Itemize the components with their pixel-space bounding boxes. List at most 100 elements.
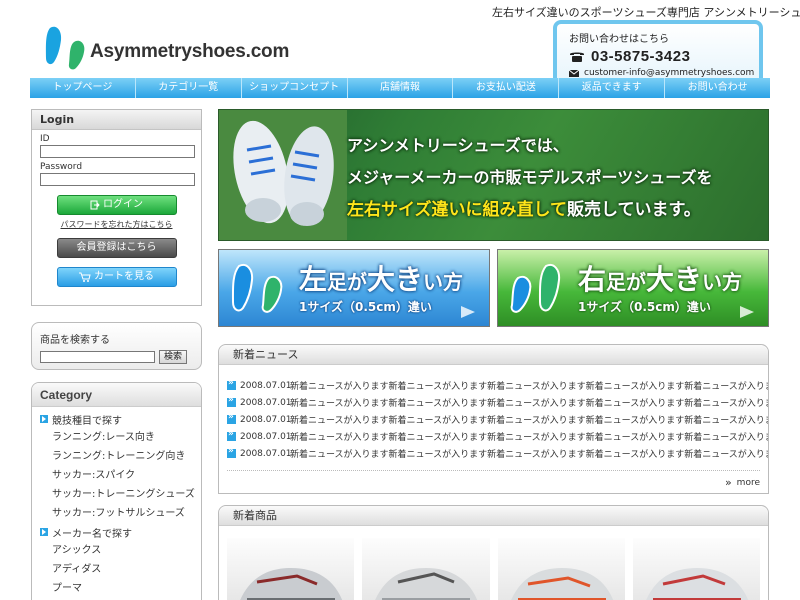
contact-phone: 03-5875-3423	[569, 48, 759, 65]
login-icon	[90, 200, 100, 210]
nav-top[interactable]: トップページ	[30, 78, 136, 98]
banner-line-1: アシンメトリーシューズでは、	[347, 136, 569, 155]
banner-highlight: 左右サイズ違いに組み直して	[347, 200, 567, 220]
shoe-image	[510, 568, 613, 600]
site-logo[interactable]: Asymmetryshoes.com	[44, 24, 289, 72]
banner-line-3-rest: 販売しています。	[566, 200, 701, 220]
contact-panel: お問い合わせはこちら 03-5875-3423 customer-info@as…	[553, 20, 763, 80]
category-item[interactable]: ランニング:トレーニング向き	[32, 447, 201, 466]
feet-logo-icon	[510, 264, 561, 313]
category-group-sport[interactable]: 競技種目で探す	[32, 410, 201, 428]
search-input[interactable]	[40, 351, 155, 363]
news-box: 新着ニュース 2008.07.01 新着ニュースが入ります新着ニュースが入ります…	[218, 344, 769, 494]
more-label: more	[736, 477, 760, 488]
news-text: 新着ニュースが入ります新着ニュースが入ります新着ニュースが入ります新着ニュースが…	[290, 433, 768, 443]
news-date: 2008.07.01	[240, 431, 292, 442]
news-date: 2008.07.01	[240, 397, 292, 408]
view-cart-button[interactable]: カートを見る	[56, 267, 177, 287]
product-thumbnail[interactable]	[497, 538, 625, 600]
search-button[interactable]: 検索	[159, 350, 188, 364]
email-address: customer-info@asymmetryshoes.com	[584, 68, 755, 78]
category-item[interactable]: ランニング:レース向き	[32, 428, 201, 447]
feet-logo-icon	[231, 264, 283, 313]
banner-line-2: メジャーメーカーの市販モデルスポーツシューズを	[347, 168, 713, 187]
left-char: 左	[299, 263, 328, 296]
foot-text: 足が	[327, 270, 368, 294]
forgot-password-link[interactable]: パスワードを忘れた方はこちら	[32, 219, 201, 230]
view-cart-label: カートを見る	[94, 271, 154, 282]
nav-category-list[interactable]: カテゴリ一覧	[136, 78, 242, 98]
login-button[interactable]: ログイン	[56, 195, 177, 215]
news-text: 新着ニュースが入ります新着ニュースが入ります新着ニュースが入ります新着ニュースが…	[290, 382, 768, 392]
news-date: 2008.07.01	[240, 414, 292, 425]
category-item[interactable]: サッカー:フットサルシューズ	[32, 504, 201, 523]
right-foot-bigger-banner[interactable]: 右足が大きい方 1サイズ（0.5cm）違い	[497, 249, 769, 327]
password-label: Password	[40, 162, 83, 172]
category-title: Category	[32, 383, 201, 407]
login-title: Login	[32, 110, 201, 130]
search-label: 商品を検索する	[40, 335, 110, 346]
double-arrow-icon	[227, 446, 236, 458]
logo-text: Asymmetryshoes.com	[90, 41, 290, 62]
double-arrow-icon	[227, 395, 236, 407]
double-arrow-icon	[227, 412, 236, 424]
arrow-right-icon	[40, 528, 48, 536]
news-more-link[interactable]: » more	[725, 476, 760, 489]
phone-number: 03-5875-3423	[591, 48, 691, 65]
title-rest: い方	[702, 270, 743, 294]
category-item[interactable]: サッカー:トレーニングシューズ	[32, 485, 201, 504]
big-text: 大き	[367, 263, 424, 296]
mail-icon	[569, 69, 579, 77]
news-divider	[227, 470, 760, 471]
category-item[interactable]: プーマ	[32, 579, 201, 598]
news-item[interactable]: 2008.07.01 新着ニュースが入ります新着ニュースが入ります新着ニュースが…	[227, 411, 768, 428]
category-item[interactable]: アディダス	[32, 560, 201, 579]
shoe-image	[645, 568, 748, 600]
category-group-maker[interactable]: メーカー名で探す	[32, 523, 201, 541]
register-button-label: 会員登録はこちら	[76, 242, 157, 253]
news-item[interactable]: 2008.07.01 新着ニュースが入ります新着ニュースが入ります新着ニュースが…	[227, 428, 768, 445]
left-banner-subtitle: 1サイズ（0.5cm）違い	[299, 300, 432, 314]
right-banner-title: 右足が大きい方	[578, 258, 742, 298]
id-input[interactable]	[40, 145, 195, 158]
product-thumbnail[interactable]	[632, 538, 760, 600]
contact-title: お問い合わせはこちら	[569, 34, 669, 45]
product-thumbnail[interactable]	[227, 538, 355, 600]
hero-banner[interactable]: アシンメトリーシューズでは、 メジャーメーカーの市販モデルスポーツシューズを 左…	[218, 109, 769, 241]
sneakers-image	[219, 110, 347, 240]
site-tagline: 左右サイズ違いのスポーツシューズ専門店 アシンメトリーシューズ	[492, 6, 800, 19]
title-rest: い方	[423, 270, 464, 294]
news-item[interactable]: 2008.07.01 新着ニュースが入ります新着ニュースが入ります新着ニュースが…	[227, 394, 768, 411]
login-box: Login ID Password ログイン パスワードを忘れた方はこちら 会員…	[31, 109, 202, 306]
big-text: 大き	[646, 263, 703, 296]
nav-shop-concept[interactable]: ショップコンセプト	[242, 78, 348, 98]
nav-payment-shipping[interactable]: お支払い配送	[453, 78, 560, 98]
id-label: ID	[40, 134, 50, 144]
nav-returns[interactable]: 返品できます	[559, 78, 666, 98]
feet-logo-icon	[45, 26, 85, 70]
product-search: 商品を検索する 検索	[31, 322, 202, 370]
contact-email[interactable]: customer-info@asymmetryshoes.com	[569, 68, 759, 78]
news-date: 2008.07.01	[240, 448, 292, 459]
left-foot-bigger-banner[interactable]: 左足が大きい方 1サイズ（0.5cm）違い	[218, 249, 490, 327]
password-input[interactable]	[40, 173, 195, 186]
news-text: 新着ニュースが入ります新着ニュースが入ります新着ニュースが入ります新着ニュースが…	[290, 416, 768, 426]
arrow-right-icon	[461, 306, 475, 318]
news-date: 2008.07.01	[240, 380, 292, 391]
nav-store-info[interactable]: 店舗情報	[348, 78, 454, 98]
category-item[interactable]: サッカー:スパイク	[32, 466, 201, 485]
cart-icon	[79, 272, 91, 282]
double-chevron-right-icon: »	[724, 476, 732, 489]
nav-contact[interactable]: お問い合わせ	[665, 78, 770, 98]
double-arrow-icon	[227, 429, 236, 441]
login-button-label: ログイン	[103, 199, 143, 210]
category-item[interactable]: アシックス	[32, 541, 201, 560]
news-item[interactable]: 2008.07.01 新着ニュースが入ります新着ニュースが入ります新着ニュースが…	[227, 377, 768, 394]
main-nav: トップページ カテゴリ一覧 ショップコンセプト 店舗情報 お支払い配送 返品でき…	[30, 78, 770, 98]
register-button[interactable]: 会員登録はこちら	[56, 238, 177, 258]
shoe-image	[240, 568, 343, 600]
category-group-label: メーカー名で探す	[52, 528, 132, 540]
right-banner-subtitle: 1サイズ（0.5cm）違い	[578, 300, 711, 314]
news-item[interactable]: 2008.07.01 新着ニュースが入ります新着ニュースが入ります新着ニュースが…	[227, 445, 768, 462]
product-thumbnail[interactable]	[362, 538, 490, 600]
